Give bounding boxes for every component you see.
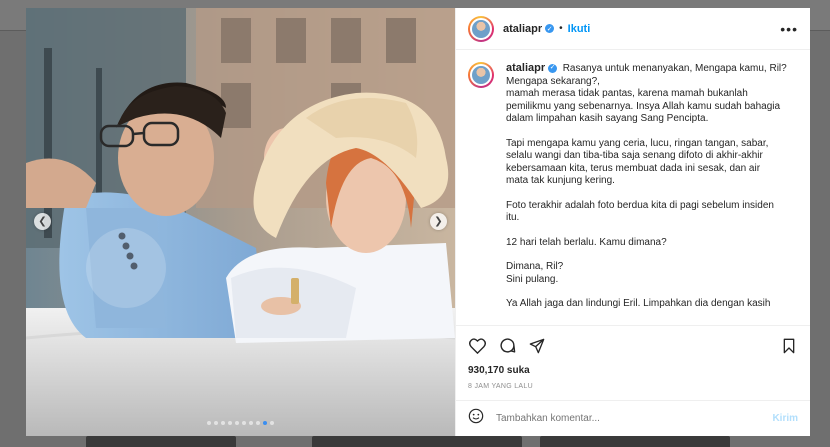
caption-line: kebersamaan kita, terus membuat dada ini… xyxy=(506,162,761,174)
background-thumbnail xyxy=(540,436,730,447)
post-timestamp[interactable]: 8 JAM YANG LALU xyxy=(456,379,810,397)
background-thumbnail xyxy=(312,436,522,447)
carousel-dot xyxy=(228,421,232,425)
verified-badge-icon: ✓ xyxy=(548,63,558,73)
caption-line: Foto terakhir adalah foto berdua kita di… xyxy=(506,199,774,211)
carousel-dot xyxy=(214,421,218,425)
caption-paragraph-gap xyxy=(506,225,798,237)
caption-line: Mengapa sekarang?, xyxy=(506,75,600,87)
emoji-icon[interactable] xyxy=(468,408,484,429)
avatar-image xyxy=(470,17,492,40)
caption-avatar[interactable] xyxy=(468,62,494,88)
carousel-dot xyxy=(249,421,253,425)
caption-line: Ya Allah jaga dan lindungi Eril. Limpahk… xyxy=(506,298,771,309)
caption-section: ataliapr ✓ Rasanya untuk menanyakan, Meng… xyxy=(456,50,810,325)
caption-line: Sini pulang. xyxy=(506,273,559,285)
heart-icon[interactable] xyxy=(468,337,486,355)
more-options-icon[interactable]: ••• xyxy=(780,21,798,37)
caption-line: itu. xyxy=(506,212,520,223)
action-bar xyxy=(456,325,810,365)
follow-button[interactable]: Ikuti xyxy=(568,23,591,35)
caption-line: 12 hari telah berlalu. Kamu dimana? xyxy=(506,236,667,248)
carousel-dot xyxy=(221,421,225,425)
caption-line: mata tak kunjung kering. xyxy=(506,175,615,186)
comment-bar: Kirim xyxy=(456,400,810,436)
caption-paragraph-gap xyxy=(506,249,798,261)
chevron-left-icon[interactable]: ❮ xyxy=(34,213,51,230)
post-side-panel: ataliapr ✓ • Ikuti ••• ataliapr ✓ Rasanya… xyxy=(455,8,810,436)
caption-paragraph-gap xyxy=(506,188,798,200)
carousel-dot xyxy=(235,421,239,425)
share-icon[interactable] xyxy=(528,337,546,355)
like-count[interactable]: 930,170 suka xyxy=(456,365,810,379)
caption-paragraph-gap xyxy=(506,126,798,138)
caption-line: pemilikmu yang sebenarnya. Insya Allah k… xyxy=(506,100,781,112)
comment-input[interactable] xyxy=(496,413,773,424)
comment-icon[interactable] xyxy=(498,337,516,355)
carousel-indicator xyxy=(26,421,455,425)
caption-line: Rasanya untuk menanyakan, Mengapa kamu, … xyxy=(559,63,787,74)
carousel-dot xyxy=(207,421,211,425)
caption-line: selalu wangi dan tiba-tiba saja senang d… xyxy=(506,150,763,161)
carousel-dot xyxy=(270,421,274,425)
post-comment-button[interactable]: Kirim xyxy=(772,413,798,424)
separator-dot: • xyxy=(559,23,563,34)
caption-username[interactable]: ataliapr xyxy=(506,62,545,74)
verified-badge-icon: ✓ xyxy=(545,24,555,33)
carousel-dot xyxy=(263,421,267,425)
caption-text: ataliapr ✓ Rasanya untuk menanyakan, Meng… xyxy=(506,62,798,325)
post-header: ataliapr ✓ • Ikuti ••• xyxy=(456,8,810,50)
caption-line: dalam limpahan kasih sayang Sang Pencipt… xyxy=(506,113,709,124)
carousel-dot xyxy=(256,421,260,425)
header-username[interactable]: ataliapr xyxy=(503,23,542,35)
caption-line: Dimana, Ril? xyxy=(506,261,564,272)
bookmark-icon[interactable] xyxy=(780,337,798,355)
avatar-image xyxy=(470,64,492,86)
photo-scene xyxy=(26,8,455,436)
chevron-right-icon[interactable]: ❯ xyxy=(430,213,447,230)
caption-line: Tapi mengapa kamu yang ceria, lucu, ring… xyxy=(506,137,769,149)
caption-line: mamah merasa tidak pantas, karena mamah … xyxy=(506,88,748,99)
post-photo: ❮ ❯ xyxy=(26,8,455,436)
avatar[interactable] xyxy=(468,15,494,42)
carousel-dot xyxy=(242,421,246,425)
caption-paragraph-gap xyxy=(506,286,798,298)
background-thumbnail xyxy=(86,436,236,447)
post-modal: ❮ ❯ ataliapr ✓ • Ikuti ••• ataliapr ✓ Ras… xyxy=(26,8,810,436)
